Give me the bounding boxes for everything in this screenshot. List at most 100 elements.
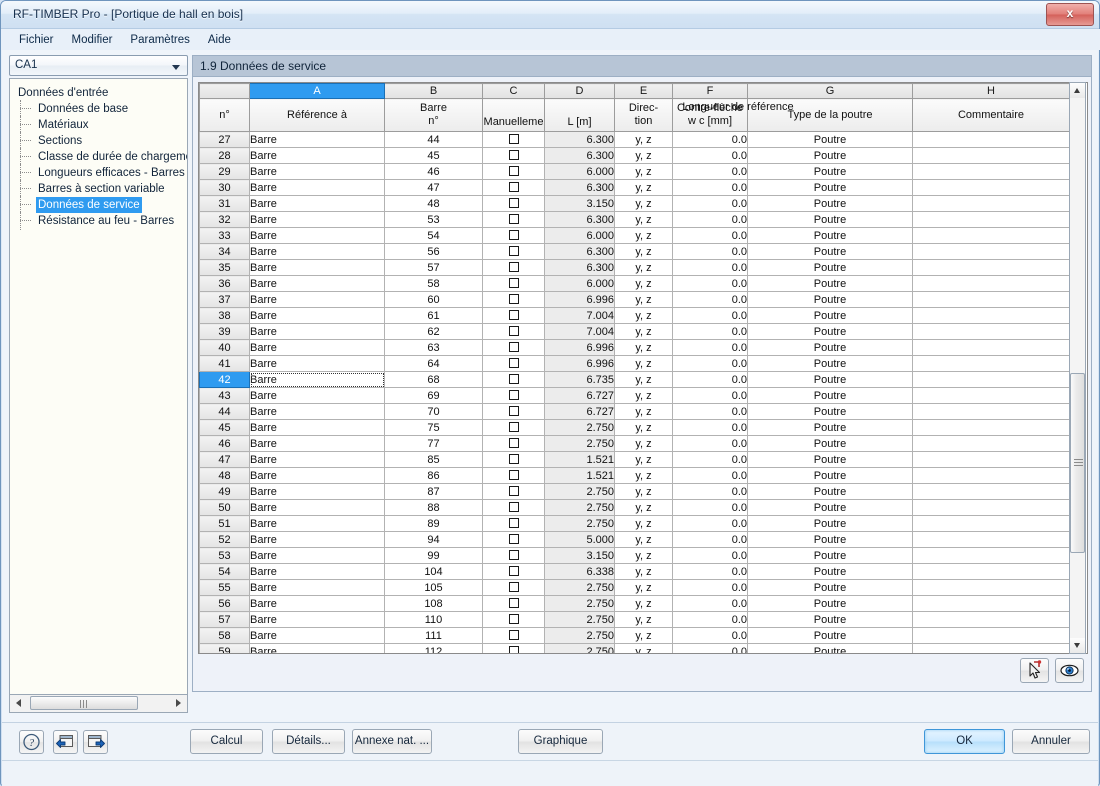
load-case-combo[interactable]: CA1: [9, 55, 188, 76]
cell-commentaire[interactable]: [912, 147, 1070, 164]
cell-barre-no[interactable]: 112: [384, 643, 483, 653]
sidebar-item-longueurs-efficaces-barres[interactable]: Longueurs efficaces - Barres: [10, 164, 187, 182]
row-number[interactable]: 51: [199, 515, 250, 532]
cell-manuelle-checkbox[interactable]: [482, 563, 545, 580]
cell-barre-no[interactable]: 62: [384, 323, 483, 340]
checkbox[interactable]: [508, 422, 519, 433]
cell-contre-fleche[interactable]: 0.0: [672, 467, 748, 484]
cell-type-poutre[interactable]: Poutre: [747, 499, 913, 516]
row-number[interactable]: 54: [199, 563, 250, 580]
scroll-right-icon[interactable]: [176, 699, 181, 707]
cell-reference-a[interactable]: Barre: [249, 579, 385, 596]
cell-longueur-l[interactable]: 6.727: [544, 387, 615, 404]
scroll-down-button[interactable]: [1070, 638, 1085, 653]
cell-barre-no[interactable]: 77: [384, 435, 483, 452]
cell-reference-a[interactable]: Barre: [249, 403, 385, 420]
cell-direction[interactable]: y, z: [614, 451, 673, 468]
cancel-button[interactable]: Annuler: [1012, 729, 1090, 754]
row-number[interactable]: 53: [199, 547, 250, 564]
cell-reference-a[interactable]: Barre: [249, 419, 385, 436]
checkbox[interactable]: [508, 294, 519, 305]
checkbox[interactable]: [508, 550, 519, 561]
cell-contre-fleche[interactable]: 0.0: [672, 595, 748, 612]
cell-manuelle-checkbox[interactable]: [482, 371, 545, 388]
column-header-d[interactable]: D: [544, 83, 615, 99]
menu-item-aide[interactable]: Aide: [199, 32, 240, 48]
cell-longueur-l[interactable]: 6.996: [544, 355, 615, 372]
cell-barre-no[interactable]: 70: [384, 403, 483, 420]
cell-type-poutre[interactable]: Poutre: [747, 387, 913, 404]
cell-manuelle-checkbox[interactable]: [482, 259, 545, 276]
checkbox[interactable]: [508, 358, 519, 369]
sidebar-item-donnees-de-service[interactable]: Données de service: [10, 196, 187, 214]
cell-direction[interactable]: y, z: [614, 419, 673, 436]
cell-reference-a[interactable]: Barre: [249, 627, 385, 644]
table-row[interactable]: 45 Barre 75 2.750 y, z 0.0 Poutre: [199, 419, 1070, 436]
cell-manuelle-checkbox[interactable]: [482, 211, 545, 228]
cell-direction[interactable]: y, z: [614, 195, 673, 212]
cell-barre-no[interactable]: 89: [384, 515, 483, 532]
cell-barre-no[interactable]: 108: [384, 595, 483, 612]
cell-manuelle-checkbox[interactable]: [482, 339, 545, 356]
column-header-f[interactable]: F: [672, 83, 748, 99]
cell-longueur-l[interactable]: 6.300: [544, 259, 615, 276]
cell-barre-no[interactable]: 46: [384, 163, 483, 180]
checkbox[interactable]: [508, 470, 519, 481]
table-row[interactable]: 53 Barre 99 3.150 y, z 0.0 Poutre: [199, 547, 1070, 564]
checkbox[interactable]: [508, 134, 519, 145]
cell-direction[interactable]: y, z: [614, 323, 673, 340]
cell-barre-no[interactable]: 47: [384, 179, 483, 196]
cell-contre-fleche[interactable]: 0.0: [672, 435, 748, 452]
ok-button[interactable]: OK: [924, 729, 1005, 754]
cell-type-poutre[interactable]: Poutre: [747, 611, 913, 628]
next-panel-button[interactable]: [83, 730, 108, 754]
row-number[interactable]: 55: [199, 579, 250, 596]
cell-reference-a[interactable]: Barre: [249, 355, 385, 372]
scroll-up-button[interactable]: [1070, 83, 1085, 98]
cell-barre-no[interactable]: 45: [384, 147, 483, 164]
cell-manuelle-checkbox[interactable]: [482, 483, 545, 500]
table-row[interactable]: 33 Barre 54 6.000 y, z 0.0 Poutre: [199, 227, 1070, 244]
row-number[interactable]: 31: [199, 195, 250, 212]
cell-type-poutre[interactable]: Poutre: [747, 259, 913, 276]
cell-reference-a[interactable]: Barre: [249, 611, 385, 628]
table-row[interactable]: 54 Barre 104 6.338 y, z 0.0 Poutre: [199, 563, 1070, 580]
cell-commentaire[interactable]: [912, 195, 1070, 212]
cell-longueur-l[interactable]: 3.150: [544, 547, 615, 564]
cell-type-poutre[interactable]: Poutre: [747, 163, 913, 180]
cell-reference-a[interactable]: Barre: [249, 595, 385, 612]
cell-type-poutre[interactable]: Poutre: [747, 579, 913, 596]
column-header-h[interactable]: H: [912, 83, 1070, 99]
cell-longueur-l[interactable]: 6.300: [544, 211, 615, 228]
checkbox[interactable]: [508, 406, 519, 417]
table-row[interactable]: 41 Barre 64 6.996 y, z 0.0 Poutre: [199, 355, 1070, 372]
table-row[interactable]: 57 Barre 110 2.750 y, z 0.0 Poutre: [199, 611, 1070, 628]
cell-reference-a[interactable]: Barre: [249, 435, 385, 452]
row-number[interactable]: 34: [199, 243, 250, 260]
close-button[interactable]: x: [1046, 3, 1094, 26]
row-number[interactable]: 35: [199, 259, 250, 276]
cell-reference-a[interactable]: Barre: [249, 371, 385, 388]
row-number[interactable]: 46: [199, 435, 250, 452]
cell-reference-a[interactable]: Barre: [249, 307, 385, 324]
cell-type-poutre[interactable]: Poutre: [747, 595, 913, 612]
cell-longueur-l[interactable]: 2.750: [544, 595, 615, 612]
cell-contre-fleche[interactable]: 0.0: [672, 579, 748, 596]
cell-manuelle-checkbox[interactable]: [482, 291, 545, 308]
cell-reference-a[interactable]: Barre: [249, 291, 385, 308]
checkbox[interactable]: [508, 374, 519, 385]
cell-barre-no[interactable]: 63: [384, 339, 483, 356]
table-row[interactable]: 38 Barre 61 7.004 y, z 0.0 Poutre: [199, 307, 1070, 324]
cell-barre-no[interactable]: 94: [384, 531, 483, 548]
cell-commentaire[interactable]: [912, 499, 1070, 516]
cell-commentaire[interactable]: [912, 291, 1070, 308]
annexe-nationale-button[interactable]: Annexe nat. ...: [352, 729, 432, 754]
cell-contre-fleche[interactable]: 0.0: [672, 531, 748, 548]
table-row[interactable]: 48 Barre 86 1.521 y, z 0.0 Poutre: [199, 467, 1070, 484]
cell-direction[interactable]: y, z: [614, 595, 673, 612]
cell-manuelle-checkbox[interactable]: [482, 131, 545, 148]
cell-manuelle-checkbox[interactable]: [482, 531, 545, 548]
table-row[interactable]: 36 Barre 58 6.000 y, z 0.0 Poutre: [199, 275, 1070, 292]
table-row[interactable]: 52 Barre 94 5.000 y, z 0.0 Poutre: [199, 531, 1070, 548]
checkbox[interactable]: [508, 598, 519, 609]
